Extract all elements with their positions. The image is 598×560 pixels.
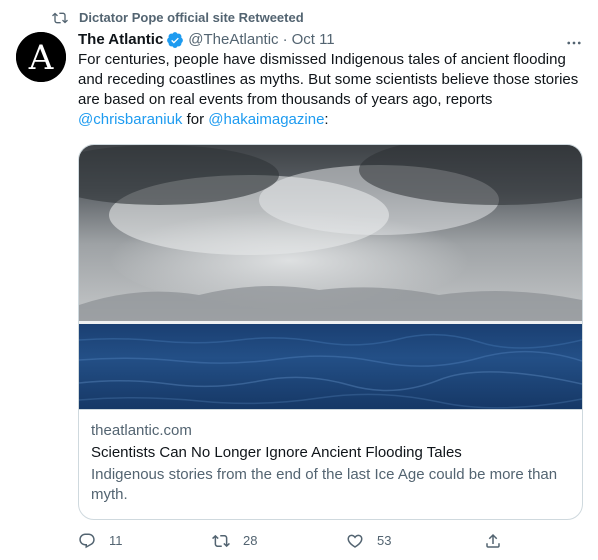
share-button[interactable] bbox=[484, 530, 502, 552]
tweet-actions: 11 28 53 bbox=[0, 530, 598, 552]
retweet-banner-text: Dictator Pope official site Retweeted bbox=[79, 10, 304, 25]
retweet-icon bbox=[52, 12, 68, 24]
tweet-header: The Atlantic @TheAtlantic · Oct 11 bbox=[78, 30, 335, 50]
card-domain: theatlantic.com bbox=[91, 422, 192, 439]
retweet-icon bbox=[212, 534, 230, 548]
header-separator: · bbox=[282, 31, 288, 48]
reply-icon bbox=[79, 533, 95, 549]
avatar-letter: A bbox=[28, 38, 54, 78]
tweet-body-text: For centuries, people have dismissed Ind… bbox=[78, 51, 579, 108]
author-avatar[interactable]: A bbox=[16, 32, 66, 82]
like-button[interactable]: 53 bbox=[346, 530, 391, 552]
card-description: Indigenous stories from the end of the l… bbox=[91, 466, 558, 503]
card-image bbox=[79, 145, 582, 409]
mention-hakaimagazine[interactable]: @hakaimagazine bbox=[208, 111, 324, 128]
card-title[interactable]: Scientists Can No Longer Ignore Ancient … bbox=[91, 443, 570, 463]
tweet-connector-text: for bbox=[182, 111, 209, 128]
author-name[interactable]: The Atlantic bbox=[78, 30, 163, 50]
card-body: theatlantic.com Scientists Can No Longer… bbox=[79, 409, 582, 505]
tweet-text: For centuries, people have dismissed Ind… bbox=[78, 50, 583, 130]
like-count: 53 bbox=[377, 533, 392, 548]
verified-badge-icon bbox=[167, 32, 184, 48]
retweet-button[interactable]: 28 bbox=[212, 530, 257, 552]
mention-chrisbaraniuk[interactable]: @chrisbaraniuk bbox=[78, 111, 182, 128]
retweet-count: 28 bbox=[243, 533, 258, 548]
reply-count: 11 bbox=[109, 533, 123, 548]
author-handle[interactable]: @TheAtlantic bbox=[188, 30, 278, 50]
link-preview-card[interactable]: theatlantic.com Scientists Can No Longer… bbox=[78, 144, 583, 520]
reply-button[interactable]: 11 bbox=[78, 530, 123, 552]
atlantic-logo-icon: A bbox=[16, 32, 66, 82]
heart-icon bbox=[347, 534, 363, 548]
tweet-suffix: : bbox=[324, 111, 329, 128]
tweet-date[interactable]: Oct 11 bbox=[292, 30, 335, 50]
share-icon bbox=[486, 533, 500, 548]
